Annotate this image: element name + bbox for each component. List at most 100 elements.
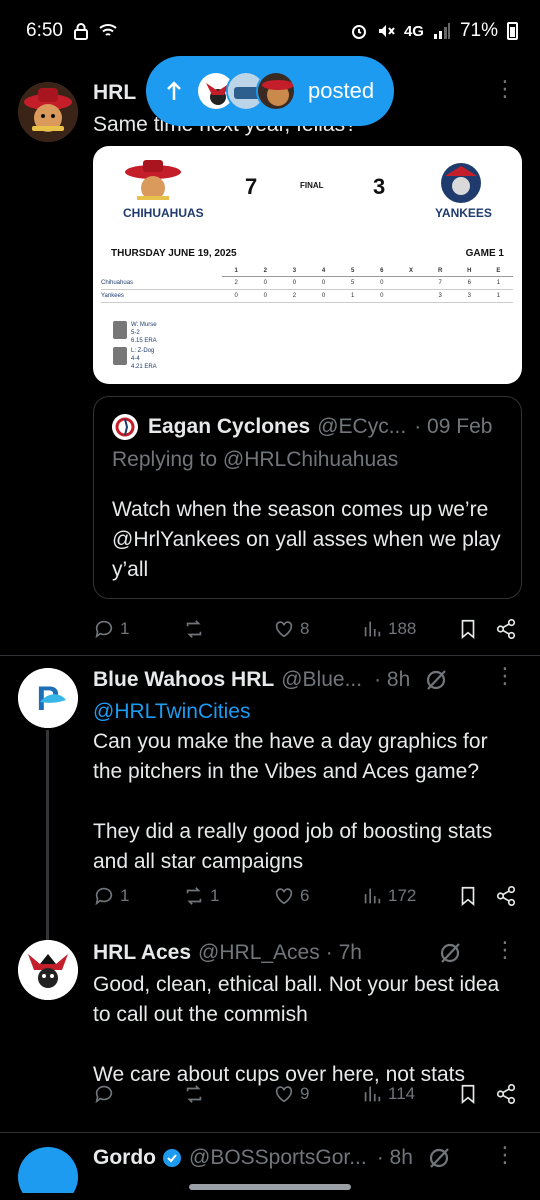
pitcher-era: 4.21 ERA xyxy=(131,364,157,370)
grok-icon[interactable] xyxy=(424,668,448,692)
linescore-header-cell: 6 xyxy=(367,266,397,277)
pitcher-era: 6.15 ERA xyxy=(131,338,157,344)
more-options-icon[interactable]: ⋮ xyxy=(494,939,516,961)
tweet-actions: 1 8 188 xyxy=(93,609,520,649)
linescore-cell: 0 xyxy=(309,276,339,290)
bookmark-button[interactable] xyxy=(457,885,495,907)
display-name[interactable]: HRL xyxy=(93,81,136,105)
linescore-header-cell: 1 xyxy=(221,266,251,277)
avatar[interactable] xyxy=(18,940,78,1000)
share-icon xyxy=(496,886,516,906)
linescore-cell xyxy=(396,276,426,290)
retweet-icon xyxy=(186,1085,202,1103)
heart-icon xyxy=(275,1086,293,1103)
bookmark-button[interactable] xyxy=(457,618,495,640)
battery-percent: 71% xyxy=(459,20,498,41)
linescore-cell: 0 xyxy=(367,276,397,290)
pill-avatar xyxy=(256,71,296,111)
mention-link[interactable]: @HRLTwinCities xyxy=(93,697,520,727)
linescore-cell: 0 xyxy=(250,289,280,303)
pitcher-entry: W: Murse 5-2 6.15 ERA xyxy=(113,321,157,345)
grok-icon[interactable] xyxy=(427,1146,451,1170)
avatar[interactable] xyxy=(18,82,78,142)
like-button[interactable]: 9 xyxy=(273,1083,361,1105)
views-icon xyxy=(364,621,381,637)
timestamp[interactable]: · 7h xyxy=(326,941,362,965)
linescore-cell: 0 xyxy=(279,276,309,290)
tweet-media-image[interactable]: CHIHUAHUAS 7 FINAL 3 YANKEES THURSDAY JU… xyxy=(93,146,522,384)
avatar[interactable]: P xyxy=(18,668,78,728)
views-button[interactable]: 188 xyxy=(361,618,457,640)
retweet-icon xyxy=(186,887,202,905)
quote-name[interactable]: Eagan Cyclones xyxy=(148,415,310,439)
share-button[interactable] xyxy=(495,1083,517,1105)
retweet-icon xyxy=(186,620,202,638)
away-team-name: YANKEES xyxy=(435,206,492,220)
more-options-icon[interactable]: ⋮ xyxy=(494,665,516,687)
reply-button[interactable]: 1 xyxy=(93,618,183,640)
quote-handle[interactable]: @ECyc... xyxy=(317,415,406,439)
display-name[interactable]: HRL Aces xyxy=(93,941,191,965)
views-button[interactable]: 114 xyxy=(361,1083,457,1105)
handle[interactable]: @BOSSportsGor... xyxy=(189,1146,367,1170)
share-icon xyxy=(496,1084,516,1104)
linescore-cell: 3 xyxy=(425,289,455,303)
pitcher-label: W: Murse xyxy=(131,322,157,328)
gesture-nav-bar[interactable] xyxy=(189,1184,351,1190)
share-button[interactable] xyxy=(495,618,517,640)
retweet-button[interactable] xyxy=(183,1083,273,1105)
quote-replying-to[interactable]: Replying to @HRLChihuahuas xyxy=(112,445,503,475)
pill-avatars xyxy=(196,71,296,111)
pitcher-label: L: Z-Dog xyxy=(131,348,155,354)
linescore-cell: 2 xyxy=(279,289,309,303)
linescore-team-cell: Chihuahuas xyxy=(101,276,222,290)
more-options-icon[interactable]: ⋮ xyxy=(494,1144,516,1166)
like-button[interactable]: 8 xyxy=(273,618,361,640)
linescore-cell: 5 xyxy=(338,276,368,290)
tweet-header: Gordo @BOSSportsGor... · 8h xyxy=(93,1141,520,1175)
linescore-cell: 3 xyxy=(454,289,484,303)
reply-button[interactable] xyxy=(93,1083,183,1105)
linescore-cell: 0 xyxy=(221,289,251,303)
display-name[interactable]: Gordo xyxy=(93,1146,156,1170)
bookmark-button[interactable] xyxy=(457,1083,495,1105)
reply-icon xyxy=(95,887,113,906)
linescore-row: Yankees 0 0 2 0 1 0 3 3 1 xyxy=(101,289,513,303)
linescore-cell: 7 xyxy=(425,276,455,290)
reply-button[interactable]: 1 xyxy=(93,885,183,907)
retweet-button[interactable]: 1 xyxy=(183,885,273,907)
linescore-cell: 1 xyxy=(338,289,368,303)
wifi-icon xyxy=(99,24,117,36)
pitcher-entry: L: Z-Dog 4-4 4.21 ERA xyxy=(113,347,157,371)
more-options-icon[interactable]: ⋮ xyxy=(494,78,516,100)
battery-icon xyxy=(507,22,518,40)
timestamp[interactable]: · 8h xyxy=(374,668,410,692)
tweet[interactable]: HRL Aces @HRL_Aces · 7h ⋮ Good, clean, e… xyxy=(0,936,540,1132)
mute-icon xyxy=(378,25,395,37)
views-button[interactable]: 172 xyxy=(361,885,457,907)
quoted-tweet[interactable]: Eagan Cyclones @ECyc... · 09 Feb Replyin… xyxy=(93,396,522,599)
handle[interactable]: @Blue... xyxy=(281,668,362,692)
linescore-cell: 1 xyxy=(483,276,513,290)
pitcher-record: 4-4 xyxy=(131,356,140,362)
like-button[interactable]: 6 xyxy=(273,885,361,907)
alarm-icon xyxy=(351,25,366,39)
linescore-header-cell: 2 xyxy=(250,266,280,277)
linescore-header-cell: H xyxy=(454,266,484,277)
away-score: 3 xyxy=(373,174,386,199)
quote-avatar xyxy=(112,414,138,440)
share-button[interactable] xyxy=(495,885,517,907)
grok-icon[interactable] xyxy=(438,941,462,965)
tweet[interactable]: P Blue Wahoos HRL @Blue... · 8h ⋮ @HRLTw… xyxy=(0,656,540,940)
linescore-cell: 1 xyxy=(483,289,513,303)
heart-icon xyxy=(275,621,293,638)
avatar[interactable] xyxy=(18,1147,78,1193)
timestamp[interactable]: · 8h xyxy=(377,1146,413,1170)
quote-date: · 09 Feb xyxy=(414,415,493,438)
display-name[interactable]: Blue Wahoos HRL xyxy=(93,668,274,692)
handle[interactable]: @HRL_Aces xyxy=(198,941,320,965)
retweet-button[interactable] xyxy=(183,618,273,640)
tweet-header: Blue Wahoos HRL @Blue... · 8h xyxy=(93,663,520,697)
views-icon xyxy=(364,1086,381,1102)
new-posts-pill[interactable]: posted xyxy=(146,56,394,126)
